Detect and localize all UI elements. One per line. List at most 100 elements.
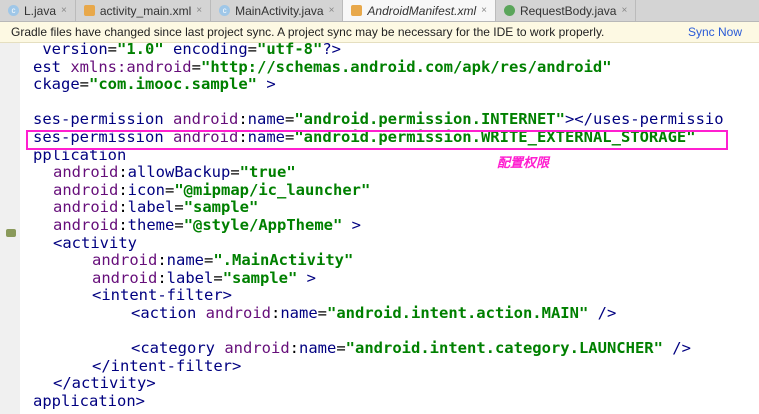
image-marker-icon	[6, 229, 16, 237]
code-token-ns: android	[53, 180, 119, 199]
code-token-tag: name	[280, 303, 318, 322]
code-token-plain: =	[107, 40, 117, 58]
code-token-tag: ckage	[33, 75, 80, 94]
code-token-tag: application>	[33, 391, 145, 410]
code-token-plain: =	[230, 163, 240, 182]
code-token-plain: =	[247, 40, 258, 58]
code-token-plain: :	[118, 198, 128, 217]
code-token-val: "http://schemas.android.com/apk/res/andr…	[201, 57, 612, 76]
code-token-tag: <intent-filter>	[92, 286, 232, 305]
code-token-val: "sample"	[222, 268, 298, 287]
code-line: </activity>	[23, 374, 724, 393]
code-token-val: "@style/AppTheme"	[183, 215, 343, 234]
tab-mainactivity-java[interactable]: c MainActivity.java ×	[211, 0, 344, 21]
code-token-tag: />	[662, 339, 691, 358]
code-token-val: "utf-8"	[257, 40, 323, 58]
code-token-tag: encoding	[163, 40, 248, 58]
code-token-tag: >	[297, 268, 317, 287]
code-token-tag: allowBackup	[127, 163, 231, 182]
code-token-ns: android	[53, 163, 119, 182]
code-token-tag: name	[299, 339, 337, 358]
code-token-tag: theme	[127, 215, 175, 234]
editor-gutter	[0, 43, 20, 414]
close-tab-icon[interactable]: ×	[196, 5, 202, 16]
code-token-plain: :	[157, 251, 167, 270]
code-token-val: "true"	[239, 163, 296, 182]
tab-androidmanifest-xml[interactable]: AndroidManifest.xml ×	[343, 0, 496, 21]
code-line: android:allowBackup="true"	[23, 163, 724, 182]
code-token-tag: name	[247, 110, 285, 129]
editor-tab-bar: c L.java × activity_main.xml × c MainActivity.…	[0, 0, 759, 22]
sync-now-link[interactable]: Sync Now	[688, 25, 759, 39]
code-token-plain: =	[284, 110, 295, 129]
java-class-icon: c	[219, 5, 231, 16]
code-token-ns: android	[53, 215, 119, 234]
code-token-tag: />	[588, 303, 617, 322]
code-token-val: "android.intent.action.MAIN"	[327, 303, 589, 322]
code-token-plain: :	[289, 339, 299, 358]
code-token-val: ".MainActivity"	[213, 251, 354, 270]
close-tab-icon[interactable]: ×	[61, 5, 67, 16]
java-file-icon	[503, 5, 515, 16]
code-token-plain: =	[79, 75, 90, 94]
code-token-tag: >	[257, 75, 276, 94]
close-tab-icon[interactable]: ×	[329, 5, 335, 16]
code-token-plain: =	[336, 339, 346, 358]
code-token-tag: icon	[127, 180, 165, 199]
code-editor[interactable]: version="1.0" encoding="utf-8"?> est xmln…	[23, 40, 724, 411]
code-token-tag: <action	[131, 303, 206, 322]
code-line: android:name=".MainActivity"	[23, 251, 724, 270]
code-token-ns: android	[224, 339, 290, 358]
code-token-plain: :	[238, 110, 248, 129]
code-line: version="1.0" encoding="utf-8"?>	[23, 40, 724, 59]
code-token-tag: ></uses-permissio	[564, 110, 724, 129]
tab-l-java[interactable]: c L.java ×	[0, 0, 76, 21]
tab-label: MainActivity.java	[235, 3, 324, 18]
code-token-ns: android	[172, 110, 239, 129]
code-token-plain: =	[204, 251, 214, 270]
code-line: application>	[23, 391, 724, 411]
code-token-val: "sample"	[183, 198, 259, 217]
java-class-icon: c	[8, 5, 19, 16]
code-token-plain: =	[191, 57, 201, 76]
code-line: android:icon="@mipmap/ic_launcher"	[23, 180, 724, 200]
close-tab-icon[interactable]: ×	[621, 5, 627, 16]
code-token-tag: ses-permission	[33, 110, 173, 129]
code-token-tag: label	[127, 198, 175, 217]
code-token-plain: :	[118, 180, 128, 199]
code-line: </intent-filter>	[23, 357, 724, 376]
highlight-box	[26, 130, 728, 150]
code-token-tag: label	[166, 268, 214, 287]
close-tab-icon[interactable]: ×	[481, 5, 487, 16]
code-token-val: "1.0"	[117, 40, 164, 58]
tab-activity-main-xml[interactable]: activity_main.xml ×	[76, 0, 212, 21]
code-token-val: "@mipmap/ic_launcher"	[174, 180, 371, 199]
code-token-plain: :	[118, 215, 128, 234]
code-token-ns: android	[205, 303, 271, 322]
code-line: <intent-filter>	[23, 287, 724, 305]
code-line: ses-permission android:name="android.per…	[23, 111, 724, 129]
code-token-ns: android	[92, 251, 158, 270]
code-token-ns: android	[92, 268, 158, 287]
code-token-plain: =	[174, 215, 184, 234]
code-line: <action android:name="android.intent.act…	[23, 303, 724, 323]
code-token-plain: =	[174, 198, 184, 217]
code-token-tag: ?>	[322, 40, 342, 58]
code-token-val: "android.intent.category.LAUNCHER"	[345, 339, 663, 358]
annotation-label: 配置权限	[497, 155, 550, 170]
tab-requestbody-java[interactable]: RequestBody.java ×	[496, 0, 637, 21]
code-token-plain: :	[157, 268, 167, 287]
code-token-plain: :	[118, 163, 128, 182]
code-token-val: "com.imooc.sample"	[89, 75, 257, 94]
tab-label: L.java	[24, 3, 57, 18]
code-token-plain: =	[213, 268, 223, 287]
code-token-plain: =	[317, 303, 327, 322]
code-line: android:label="sample" >	[23, 268, 724, 288]
code-token-plain: :	[270, 303, 281, 322]
code-line: <activity	[23, 234, 724, 253]
code-token-tag: est	[33, 57, 71, 76]
code-token-tag: </activity>	[53, 374, 156, 393]
code-token-tag: >	[342, 215, 361, 234]
